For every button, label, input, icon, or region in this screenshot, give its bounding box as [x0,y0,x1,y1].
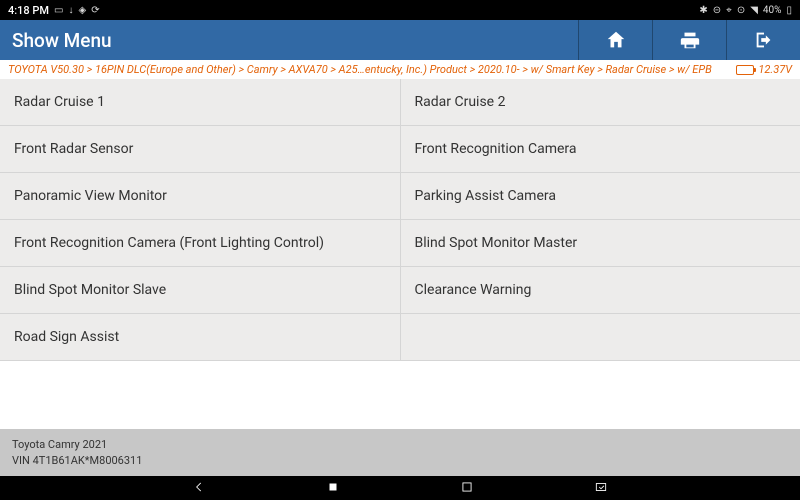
rotation-lock-icon: ⊙ [737,5,745,16]
android-nav-bar [0,476,800,500]
breadcrumb-bar: TOYOTA V50.30 > 16PIN DLC(Europe and Oth… [0,60,800,79]
sync-icon: ⟳ [91,5,99,16]
wifi-weak-icon: ◈ [78,5,86,16]
menu-item-blind-spot-monitor-master[interactable]: Blind Spot Monitor Master [401,220,800,267]
back-icon [192,480,206,494]
menu-item-road-sign-assist[interactable]: Road Sign Assist [0,314,401,361]
voltage-value: 12.37V [758,63,792,76]
android-status-bar: 4:18 PM ▭ ↓ ◈ ⟳ ✱ ⊝ ⌖ ⊙ ◥ 40% ▯ [0,0,800,20]
recent-icon [460,480,474,494]
menu-item-blind-spot-monitor-slave[interactable]: Blind Spot Monitor Slave [0,267,401,314]
menu-row: Panoramic View Monitor Parking Assist Ca… [0,173,800,220]
battery-icon: ▯ [786,5,792,16]
menu-row: Front Recognition Camera (Front Lighting… [0,220,800,267]
menu-item-front-radar-sensor[interactable]: Front Radar Sensor [0,126,401,173]
battery-pct: 40% [763,5,782,16]
menu-item-front-recognition-camera[interactable]: Front Recognition Camera [401,126,800,173]
menu-row: Radar Cruise 1 Radar Cruise 2 [0,79,800,126]
page-title: Show Menu [12,29,578,52]
menu-row: Road Sign Assist [0,314,800,361]
menu-item-clearance-warning[interactable]: Clearance Warning [401,267,800,314]
battery-outline-icon [736,65,754,75]
menu-row: Blind Spot Monitor Slave Clearance Warni… [0,267,800,314]
signal-icon: ◥ [750,5,758,16]
square-icon [326,480,340,494]
status-time: 4:18 PM [8,4,49,17]
menu-item-parking-assist-camera[interactable]: Parking Assist Camera [401,173,800,220]
footer-bar: Toyota Camry 2021 VIN 4T1B61AK*M8006311 [0,429,800,476]
print-icon [679,29,701,51]
nav-recent-button[interactable] [460,479,474,498]
app-toolbar: Show Menu [0,20,800,60]
nav-home-button[interactable] [326,479,340,498]
menu-item-radar-cruise-2[interactable]: Radar Cruise 2 [401,79,800,126]
bluetooth-icon: ✱ [699,5,707,16]
exit-button[interactable] [726,20,800,60]
save-indicator-icon: ▭ [54,5,63,16]
home-button[interactable] [578,20,652,60]
voltage-indicator: 12.37V [736,63,792,76]
footer-vehicle: Toyota Camry 2021 [12,437,788,452]
footer-vin: VIN 4T1B61AK*M8006311 [12,453,788,468]
print-button[interactable] [652,20,726,60]
location-icon: ⌖ [726,5,732,16]
breadcrumb: TOYOTA V50.30 > 16PIN DLC(Europe and Oth… [8,63,730,76]
menu-row: Front Radar Sensor Front Recognition Cam… [0,126,800,173]
nav-screenshot-button[interactable] [594,479,608,498]
menu-item-empty [401,314,800,361]
download-icon: ↓ [68,5,73,16]
screenshot-icon [594,480,608,494]
menu-item-panoramic-view-monitor[interactable]: Panoramic View Monitor [0,173,401,220]
menu-grid: Radar Cruise 1 Radar Cruise 2 Front Rada… [0,79,800,429]
toolbar-actions [578,20,800,60]
home-icon [605,29,627,51]
exit-icon [753,29,775,51]
menu-item-front-recognition-camera-lighting[interactable]: Front Recognition Camera (Front Lighting… [0,220,401,267]
nav-back-button[interactable] [192,479,206,498]
menu-item-radar-cruise-1[interactable]: Radar Cruise 1 [0,79,401,126]
do-not-disturb-icon: ⊝ [713,5,721,16]
